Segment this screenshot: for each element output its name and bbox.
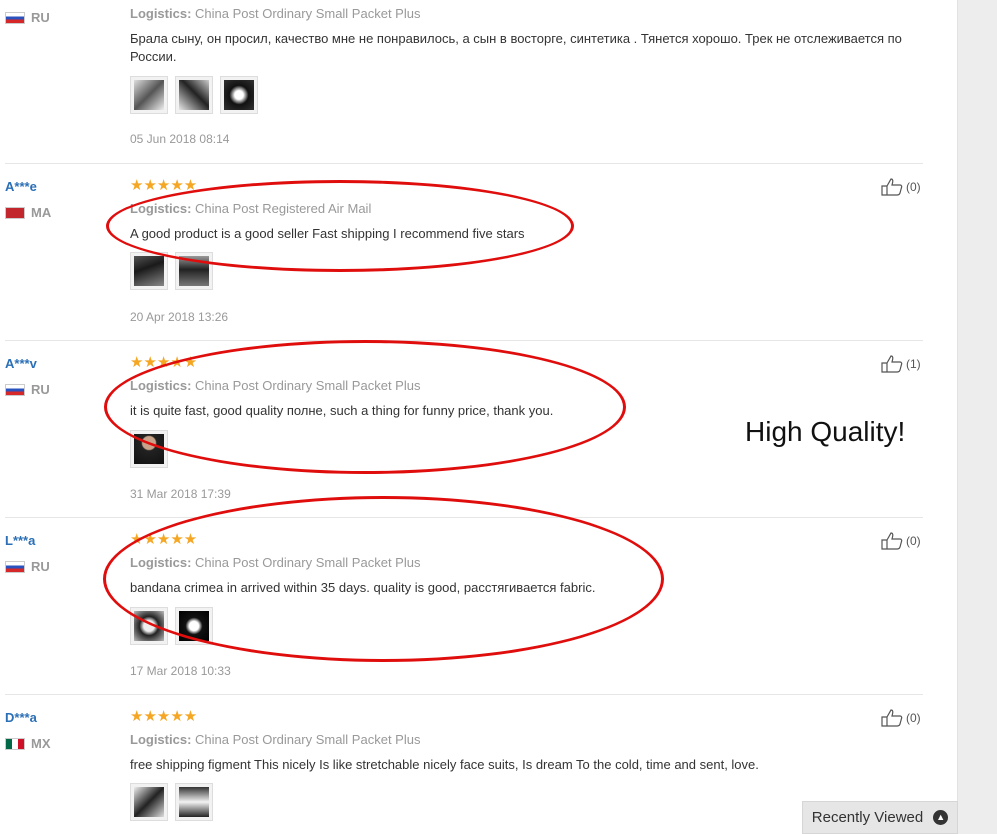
- helpful-vote[interactable]: (0): [881, 532, 921, 550]
- review-photo-thumbnail[interactable]: [130, 76, 168, 114]
- logistics-info: Logistics: China Post Ordinary Small Pac…: [130, 555, 421, 570]
- thumbs-up-icon[interactable]: [881, 355, 903, 373]
- photo-image: [179, 611, 209, 641]
- chevron-up-circle-icon: ▲: [933, 810, 949, 825]
- review-photos: [130, 607, 213, 645]
- review-photo-thumbnail[interactable]: [175, 607, 213, 645]
- review-photos: [130, 252, 213, 290]
- morocco-flag-icon: [5, 206, 25, 219]
- russia-flag-icon: [5, 560, 25, 573]
- thumbs-up-icon[interactable]: [881, 709, 903, 727]
- logistics-info: Logistics: China Post Registered Air Mai…: [130, 201, 372, 216]
- review-date: 05 Jun 2018 08:14: [130, 132, 230, 146]
- reviewer-name[interactable]: A***e: [5, 179, 37, 194]
- reviewer-country: RU: [5, 382, 50, 397]
- logistics-info: Logistics: China Post Ordinary Small Pac…: [130, 6, 421, 21]
- helpful-vote[interactable]: (0): [881, 178, 921, 196]
- page-scrollbar-track[interactable]: [957, 0, 997, 834]
- photo-image: [224, 80, 254, 110]
- reviewer-name[interactable]: A***v: [5, 356, 37, 371]
- review-photos: [130, 430, 168, 468]
- star-rating: ★★★★★: [130, 708, 198, 725]
- photo-image: [179, 80, 209, 110]
- review-photo-thumbnail[interactable]: [130, 783, 168, 821]
- star-rating: ★★★★★: [130, 531, 198, 548]
- review-date: 31 Mar 2018 17:39: [130, 487, 231, 501]
- photo-image: [134, 80, 164, 110]
- recently-viewed-label: Recently Viewed: [811, 809, 924, 826]
- review-text: bandana crimea in arrived within 35 days…: [130, 580, 596, 595]
- reviewer-name[interactable]: D***a: [5, 710, 37, 725]
- review-photo-thumbnail[interactable]: [130, 607, 168, 645]
- reviewer-country: MA: [5, 205, 51, 220]
- review-item: RU Logistics: China Post Ordinary Small …: [0, 0, 925, 164]
- thumbs-up-icon[interactable]: [881, 178, 903, 196]
- review-photo-thumbnail[interactable]: [130, 252, 168, 290]
- reviewer-name[interactable]: L***a: [5, 533, 35, 548]
- review-item: A***e MA ★★★★★ Logistics: China Post Reg…: [0, 164, 925, 341]
- review-photo-thumbnail[interactable]: [220, 76, 258, 114]
- review-photo-thumbnail[interactable]: [175, 252, 213, 290]
- review-date: 20 Apr 2018 13:26: [130, 310, 229, 324]
- review-photo-thumbnail[interactable]: [175, 783, 213, 821]
- review-date: 17 Mar 2018 10:33: [130, 664, 231, 678]
- photo-image: [134, 611, 164, 641]
- logistics-info: Logistics: China Post Ordinary Small Pac…: [130, 732, 421, 747]
- overlay-caption: High Quality!: [745, 416, 906, 447]
- star-rating: ★★★★★: [130, 354, 198, 371]
- review-item: D***a MX ★★★★★ Logistics: China Post Ord…: [0, 695, 925, 834]
- helpful-vote[interactable]: (1): [881, 355, 921, 373]
- review-item: L***a RU ★★★★★ Logistics: China Post Ord…: [0, 518, 925, 695]
- thumbs-up-icon[interactable]: [881, 532, 903, 550]
- photo-image: [179, 787, 209, 817]
- russia-flag-icon: [5, 383, 25, 396]
- photo-image: [134, 256, 164, 286]
- review-photos: [130, 76, 258, 114]
- review-photo-thumbnail[interactable]: [175, 76, 213, 114]
- mexico-flag-icon: [5, 737, 25, 750]
- reviewer-country: RU: [5, 10, 50, 25]
- reviewer-country: MX: [5, 736, 51, 751]
- photo-image: [134, 787, 164, 817]
- review-text: Брала сыну, он просил, качество мне не п…: [130, 31, 902, 64]
- recently-viewed-button[interactable]: Recently Viewed ▲: [802, 801, 958, 834]
- reviewer-country: RU: [5, 559, 50, 574]
- star-rating: ★★★★★: [130, 177, 198, 194]
- logistics-info: Logistics: China Post Ordinary Small Pac…: [130, 378, 421, 393]
- russia-flag-icon: [5, 11, 25, 24]
- review-photo-thumbnail[interactable]: [130, 430, 168, 468]
- review-text: free shipping figment This nicely Is lik…: [130, 757, 759, 772]
- review-text: A good product is a good seller Fast shi…: [130, 226, 525, 241]
- helpful-vote[interactable]: (0): [881, 709, 921, 727]
- review-photos: [130, 783, 213, 821]
- photo-image: [179, 256, 209, 286]
- photo-image: [134, 434, 164, 464]
